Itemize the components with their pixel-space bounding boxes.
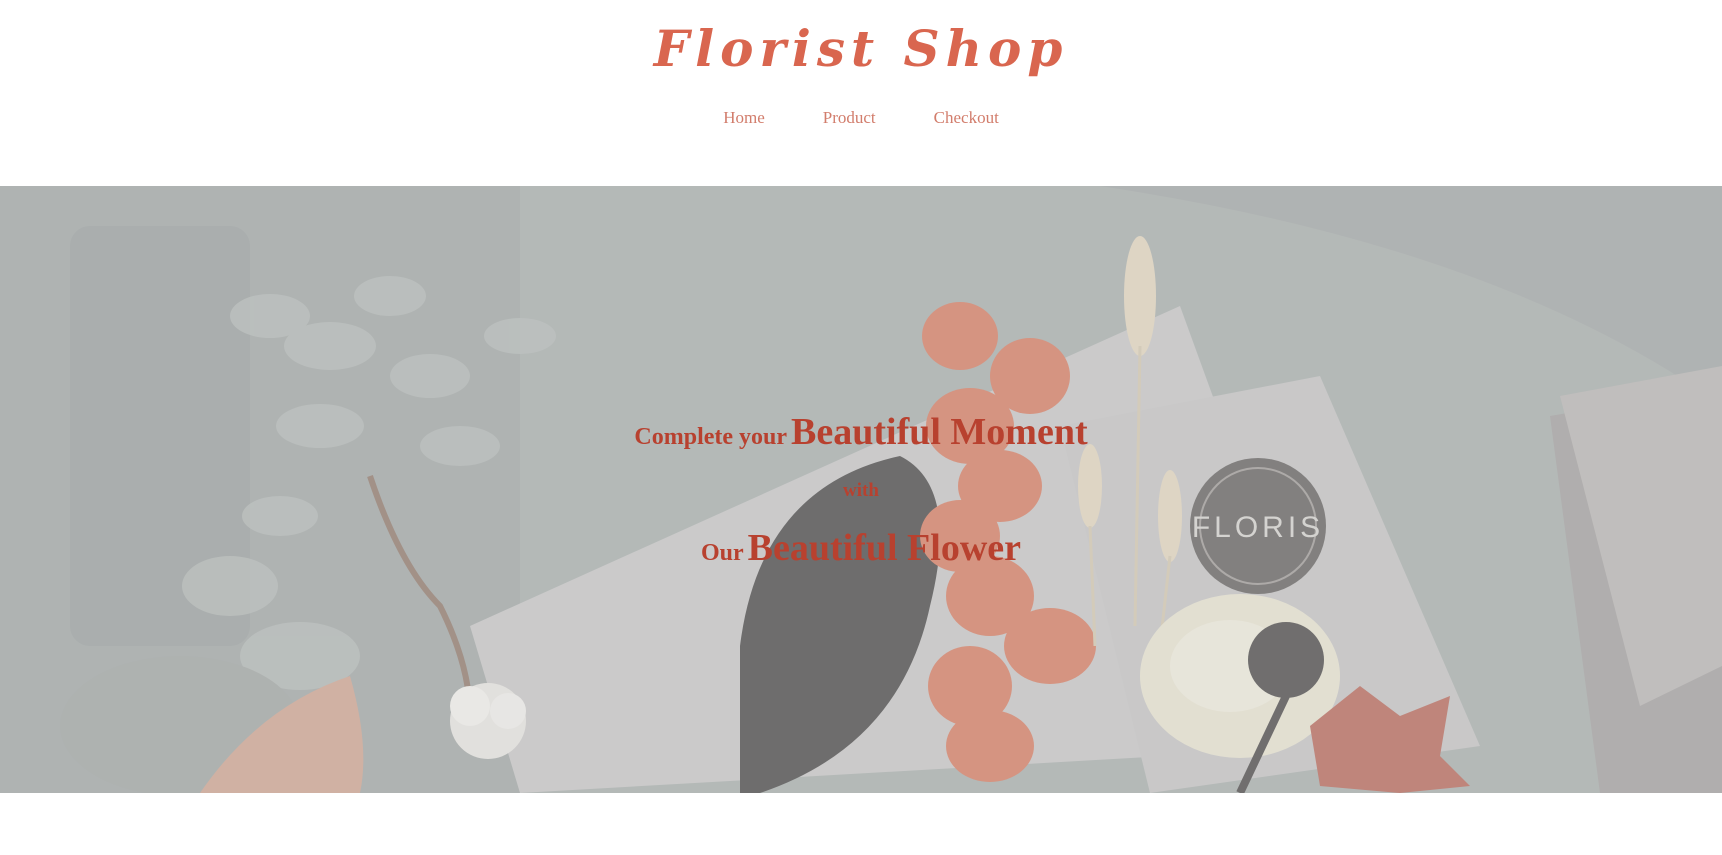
hero-headline: Complete your Beautiful Moment with Our … <box>0 408 1722 585</box>
hero-line3-small: Our <box>700 540 744 566</box>
page: Florist Shop Home Product Checkout FLORI… <box>0 0 1722 855</box>
main-nav: Home Product Checkout <box>0 104 1722 132</box>
hero-line1-small: Complete your <box>634 424 788 450</box>
hero-line1-big: Beautiful Moment <box>791 411 1088 453</box>
nav-link-checkout[interactable]: Checkout <box>934 104 999 132</box>
nav-link-home[interactable]: Home <box>723 104 765 132</box>
hero-line2: with <box>843 480 879 501</box>
brand-logo[interactable]: Florist Shop <box>0 14 1722 84</box>
hero-line3-big: Beautiful Flower <box>747 527 1022 569</box>
site-header: Florist Shop Home Product Checkout <box>0 0 1722 186</box>
nav-link-product[interactable]: Product <box>823 104 876 132</box>
page-footer-space <box>0 793 1722 855</box>
hero-banner: FLORIS Complete your Beautiful Moment wi… <box>0 186 1722 793</box>
